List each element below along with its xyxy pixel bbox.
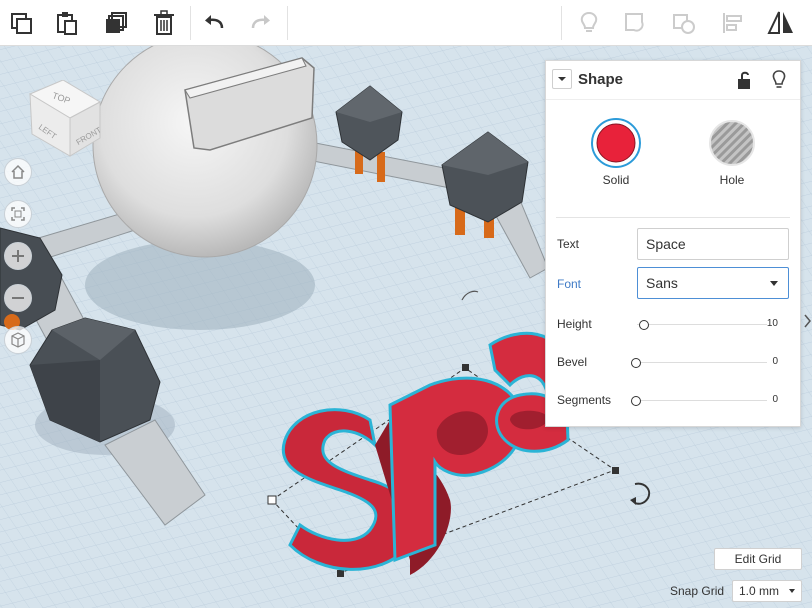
solid-label: Solid [602,173,630,187]
text-label: Text [557,237,580,251]
chevron-down-icon [770,281,778,286]
copy-icon [11,13,32,34]
minus-icon [12,297,24,299]
bevel-value[interactable]: 0 [748,356,778,367]
selection-handle[interactable] [612,467,619,474]
delete-icon [154,10,174,35]
bevel-label: Bevel [557,355,588,369]
cube-icon [11,332,25,348]
edit-grid-button[interactable]: Edit Grid [714,548,802,570]
lightbulb-icon[interactable] [770,69,788,91]
paste-button[interactable] [48,4,86,42]
font-select[interactable]: Sans [637,267,789,299]
duplicate-icon [106,12,127,33]
ungroup-icon [673,14,695,34]
font-select-value: Sans [646,275,678,291]
snap-grid-value: 1.0 mm [739,584,780,598]
lightbulb-icon [580,11,598,32]
align-icon [723,13,742,33]
segments-value[interactable]: 0 [748,394,778,405]
perspective-button[interactable] [4,326,32,354]
fit-view-button[interactable] [4,200,32,228]
snap-grid-select[interactable]: 1.0 mm [732,580,802,602]
gem-leg [377,152,385,182]
segments-slider-knob[interactable] [631,396,641,406]
redo-button[interactable] [242,4,280,42]
group-button[interactable] [616,4,654,42]
text-input[interactable]: Space [637,228,789,260]
undo-icon [205,15,224,29]
toolbar [0,0,812,46]
duplicate-button[interactable] [97,4,135,42]
fit-all-icon [11,207,25,221]
panel-title: Shape [578,71,624,88]
align-button[interactable] [714,4,752,42]
panel-divider [556,217,790,218]
font-label: Font [557,277,582,291]
solid-button[interactable] [590,117,642,169]
paste-icon [57,12,77,35]
selection-handle[interactable] [462,364,469,371]
panel-header: Shape [546,61,800,100]
group-icon [625,13,644,32]
collapse-panel-button[interactable] [552,69,572,89]
home-icon [11,164,25,179]
delete-button[interactable] [145,4,183,42]
selection-handle[interactable] [267,495,277,505]
undo-button[interactable] [195,4,233,42]
zoom-in-button[interactable] [4,242,32,270]
toolbar-separator [190,6,191,40]
copy-button[interactable] [2,4,40,42]
zoom-out-button[interactable] [4,284,32,312]
height-label: Height [557,317,592,331]
height-value[interactable]: 10 [748,318,778,329]
mirror-button[interactable] [762,4,800,42]
height-slider-knob[interactable] [638,320,649,330]
mirror-icon [767,11,793,34]
chevron-down-icon [558,77,566,81]
notes-button[interactable] [570,4,608,42]
hole-label: Hole [719,173,745,187]
shape-inspector-panel: Shape Solid Hole Text Space Font Sans He… [545,60,801,427]
redo-icon [251,15,270,29]
hole-button[interactable] [706,117,758,169]
bevel-slider-knob[interactable] [631,358,641,368]
selection-handle[interactable] [337,570,344,577]
ungroup-button[interactable] [665,4,703,42]
toolbar-separator [287,6,288,40]
segments-label: Segments [557,393,612,407]
snap-grid-label: Snap Grid [670,584,725,598]
view-cube[interactable]: TOP LEFT FRONT [18,80,104,162]
home-view-button[interactable] [4,158,32,186]
toolbar-separator [561,6,562,40]
chevron-down-icon [789,589,795,593]
unlock-icon[interactable] [736,70,754,90]
plus-icon [12,250,24,262]
solid-swatch [596,123,636,163]
panel-expand-icon[interactable] [804,314,812,328]
